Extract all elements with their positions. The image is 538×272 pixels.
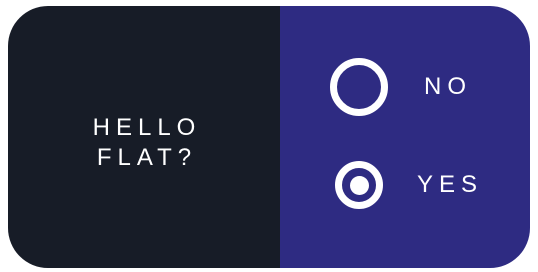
option-yes[interactable]: YES [330,161,483,209]
option-no-label[interactable]: NO [424,73,472,101]
question-line-1: HELLO [92,114,202,141]
radio-selected-icon[interactable] [335,161,383,209]
question-text: HELLO FLAT? [8,113,280,173]
question-panel: HELLO FLAT? [8,6,280,268]
radio-unselected-icon[interactable] [330,58,388,116]
option-no[interactable]: NO [330,58,472,116]
radio-card: HELLO FLAT? NO YES [8,6,530,268]
options-panel: NO YES [280,6,530,268]
option-yes-label[interactable]: YES [417,171,483,199]
question-line-2: FLAT? [96,144,198,171]
radio-selected-dot [349,175,369,195]
